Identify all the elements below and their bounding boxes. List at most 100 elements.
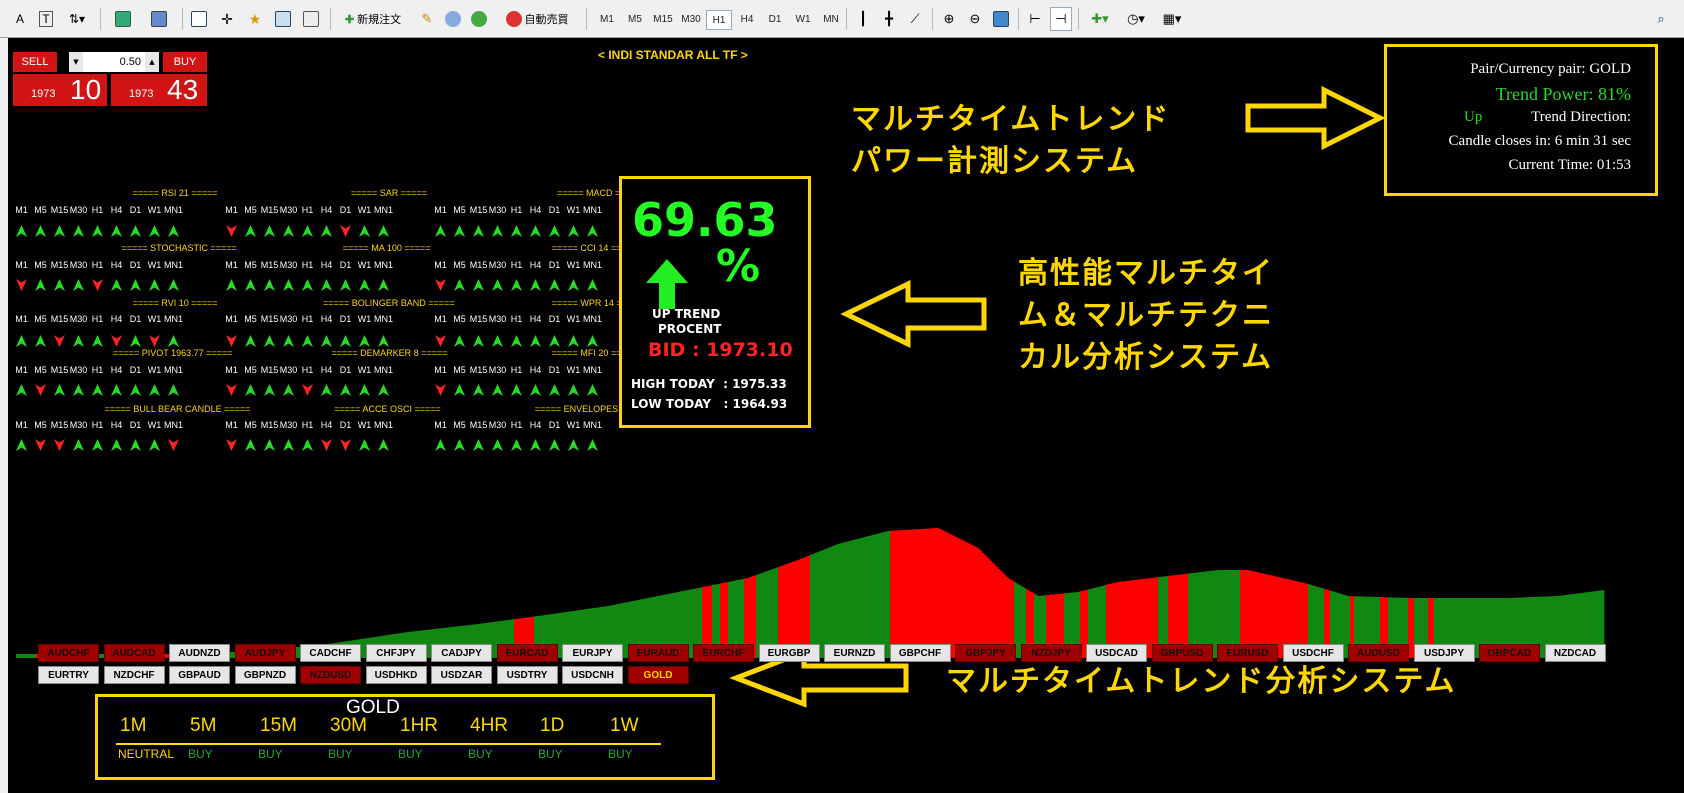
- candle-chart-icon[interactable]: ╋: [878, 7, 900, 31]
- pair-button-eurchf[interactable]: EURCHF: [693, 644, 754, 662]
- up-arrow-icon: [454, 439, 465, 451]
- pair-button-usdcad[interactable]: USDCAD: [1086, 644, 1147, 662]
- pair-button-chfjpy[interactable]: CHFJPY: [365, 644, 427, 662]
- indicator-header: ===== DEMARKER 8 =====: [331, 348, 448, 358]
- pair-button-gbpusd[interactable]: GBPUSD: [1151, 644, 1213, 662]
- timeframe-button-m30[interactable]: M30: [678, 10, 704, 30]
- timeframe-label: D1: [339, 260, 352, 270]
- bar-chart-icon[interactable]: ┃: [852, 7, 874, 31]
- pair-button-nzdusd[interactable]: NZDUSD: [300, 666, 361, 684]
- current-time-text: Current Time: 01:53: [1508, 157, 1631, 173]
- pair-button-gbpaud[interactable]: GBPAUD: [169, 666, 230, 684]
- pair-button-gbpnzd[interactable]: GBPNZD: [234, 666, 296, 684]
- timeframe-label: MN1: [374, 205, 394, 215]
- pair-button-eurjpy[interactable]: EURJPY: [562, 644, 623, 662]
- mtf-tf-15m: 15M: [260, 715, 297, 736]
- timeframe-button-h1[interactable]: H1: [706, 10, 732, 30]
- lot-decrease-button[interactable]: ▼: [69, 52, 83, 72]
- pair-button-usdjpy[interactable]: USDJPY: [1413, 644, 1475, 662]
- timeframe-label: M15: [50, 205, 69, 215]
- pair-button-usdcnh[interactable]: USDCNH: [562, 666, 623, 684]
- up-arrow-icon: [587, 225, 598, 237]
- pair-button-usdhkd[interactable]: USDHKD: [365, 666, 427, 684]
- auto-trading-button[interactable]: 自動売買: [496, 7, 578, 31]
- timeframe-button-h4[interactable]: H4: [734, 10, 760, 30]
- pair-button-eurnzd[interactable]: EURNZD: [824, 644, 885, 662]
- chart-shift-icon[interactable]: ⊢: [1024, 7, 1046, 31]
- periods-icon[interactable]: ◷▾: [1120, 7, 1152, 31]
- pair-button-audnzd[interactable]: AUDNZD: [169, 644, 230, 662]
- pair-button-nzdcad[interactable]: NZDCAD: [1544, 644, 1606, 662]
- profiles-icon[interactable]: [144, 7, 174, 31]
- autoscroll-icon[interactable]: ⊣: [1050, 7, 1072, 31]
- market-watch-icon[interactable]: [188, 7, 210, 31]
- favorites-icon[interactable]: ★: [244, 7, 266, 31]
- text-label-icon[interactable]: T: [36, 7, 56, 31]
- up-arrow-icon: [111, 384, 122, 396]
- timeframe-button-m15[interactable]: M15: [650, 10, 676, 30]
- sell-price-button[interactable]: 1973 10: [13, 74, 107, 106]
- pair-button-usdzar[interactable]: USDZAR: [431, 666, 492, 684]
- broadcast-icon[interactable]: [468, 7, 490, 31]
- timeframe-button-d1[interactable]: D1: [762, 10, 788, 30]
- up-arrow-icon: [35, 225, 46, 237]
- pair-button-eurtry[interactable]: EURTRY: [38, 666, 99, 684]
- timeframe-label: D1: [548, 365, 561, 375]
- pair-button-eurusd[interactable]: EURUSD: [1217, 644, 1278, 662]
- down-arrow-icon: [149, 335, 160, 347]
- text-tool-icon[interactable]: A: [10, 7, 30, 31]
- new-order-button[interactable]: ✚ 新規注文: [336, 7, 410, 31]
- pair-button-audcad[interactable]: AUDCAD: [103, 644, 165, 662]
- pair-button-gbpchf[interactable]: GBPCHF: [889, 644, 951, 662]
- templates-icon[interactable]: ▦▾: [1156, 7, 1188, 31]
- pair-button-eurgbp[interactable]: EURGBP: [758, 644, 820, 662]
- timeframe-button-m5[interactable]: M5: [622, 10, 648, 30]
- indicators-icon[interactable]: ✚▾: [1084, 7, 1116, 31]
- pair-button-audjpy[interactable]: AUDJPY: [234, 644, 296, 662]
- search-icon[interactable]: ⌕: [1650, 7, 1672, 31]
- pair-button-nzdjpy[interactable]: NZDJPY: [1020, 644, 1082, 662]
- pencil-icon[interactable]: ✎: [416, 7, 438, 31]
- timeframe-label: M5: [453, 205, 466, 215]
- up-arrow-icon: [168, 279, 179, 291]
- arrows-tool-icon[interactable]: ⇅▾: [62, 7, 92, 31]
- pair-button-usdchf[interactable]: USDCHF: [1282, 644, 1344, 662]
- tester-icon[interactable]: [300, 7, 322, 31]
- timeframe-label: H4: [320, 205, 333, 215]
- up-arrow-icon: [473, 225, 484, 237]
- timeframe-button-w1[interactable]: W1: [790, 10, 816, 30]
- pair-button-audusd[interactable]: AUDUSD: [1348, 644, 1409, 662]
- chart-window[interactable]: SELL ▼ 0.50 ▲ BUY 1973 10 1973 43 < INDI…: [0, 38, 1684, 793]
- signals-icon[interactable]: [442, 7, 464, 31]
- zoom-in-icon[interactable]: ⊕: [938, 7, 960, 31]
- buy-price-button[interactable]: 1973 43: [111, 74, 207, 106]
- pair-button-gbpjpy[interactable]: GBPJPY: [955, 644, 1016, 662]
- buy-button[interactable]: BUY: [163, 52, 207, 72]
- pair-button-gbpcad[interactable]: GBPCAD: [1479, 644, 1540, 662]
- mtf-signal: BUY: [328, 747, 353, 761]
- indicator-header: ===== STOCHASTIC =====: [121, 243, 237, 253]
- lot-increase-button[interactable]: ▲: [145, 52, 159, 72]
- pair-button-nzdchf[interactable]: NZDCHF: [103, 666, 165, 684]
- sell-button[interactable]: SELL: [13, 52, 57, 72]
- pair-button-audchf[interactable]: AUDCHF: [38, 644, 99, 662]
- indicator-header: ===== RVI 10 =====: [132, 298, 218, 308]
- new-chart-icon[interactable]: [108, 7, 138, 31]
- timeframe-button-mn[interactable]: MN: [818, 10, 844, 30]
- zoom-out-icon[interactable]: ⊖: [964, 7, 986, 31]
- pair-button-gold[interactable]: GOLD: [627, 666, 689, 684]
- down-arrow-icon: [168, 439, 179, 451]
- crosshair-icon[interactable]: ✛: [216, 7, 238, 31]
- timeframe-button-m1[interactable]: M1: [594, 10, 620, 30]
- down-arrow-icon: [435, 384, 446, 396]
- line-chart-icon[interactable]: ⟋: [904, 7, 926, 31]
- navigator-icon[interactable]: [272, 7, 294, 31]
- lot-size-input[interactable]: 0.50: [83, 52, 145, 72]
- pair-button-euraud[interactable]: EURAUD: [627, 644, 689, 662]
- pair-button-eurcad[interactable]: EURCAD: [496, 644, 558, 662]
- pair-button-cadchf[interactable]: CADCHF: [300, 644, 361, 662]
- tile-windows-icon[interactable]: [990, 7, 1012, 31]
- pair-button-cadjpy[interactable]: CADJPY: [431, 644, 492, 662]
- timeframe-label: D1: [129, 205, 142, 215]
- pair-button-usdtry[interactable]: USDTRY: [496, 666, 558, 684]
